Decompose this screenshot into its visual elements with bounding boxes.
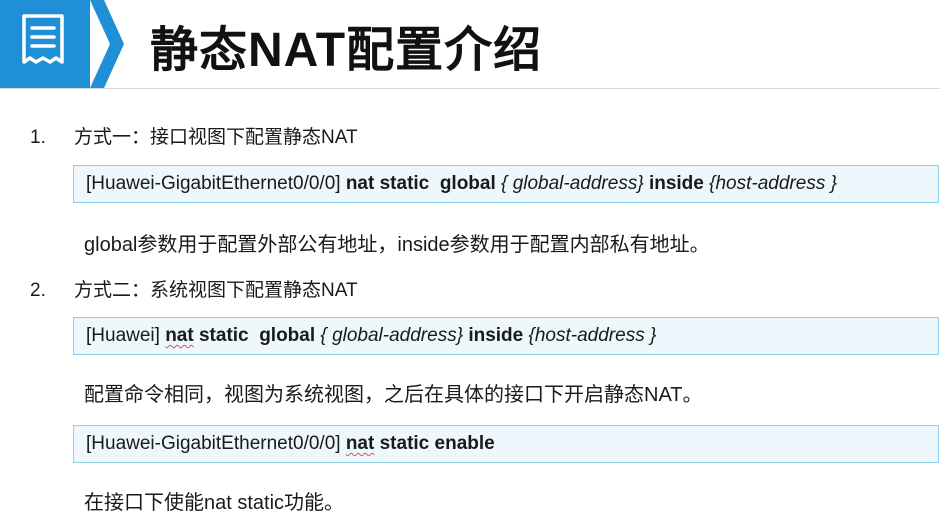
cmd-prompt: [Huawei-GigabitEthernet0/0/0]: [86, 173, 341, 194]
cmd-brace: {: [501, 173, 508, 194]
cmd-keyword-nat: nat: [345, 173, 375, 194]
cmd-keyword-nat: nat: [345, 433, 375, 454]
enable-description: 在接口下使能nat static功能。: [84, 492, 345, 514]
cmd-keyword-static: static: [379, 173, 430, 194]
page-title: 静态NAT配置介绍: [150, 24, 543, 77]
cmd-keyword-nat: nat: [165, 325, 194, 346]
command-box-system: [Huawei] nat static global { global-addr…: [73, 317, 939, 355]
list-number: 1.: [30, 127, 46, 148]
cmd-param-global-address: global-address}: [512, 173, 644, 194]
header-badge: [0, 0, 90, 88]
cmd-brace: {: [320, 325, 327, 346]
method-heading: 方式二：系统视图下配置静态NAT: [74, 280, 358, 301]
slide-header: 静态NAT配置介绍: [0, 0, 940, 88]
chevron-right-icon: [90, 0, 124, 88]
cmd-keyword-global: global: [439, 173, 496, 194]
cmd-keyword-static: static: [198, 325, 249, 346]
header-divider: [0, 88, 940, 89]
document-icon: [22, 14, 64, 64]
cmd-keyword-static-enable: static enable: [379, 433, 495, 454]
list-item-method-1: 1. 方式一：接口视图下配置静态NAT: [30, 122, 358, 149]
list-item-method-2: 2. 方式二：系统视图下配置静态NAT: [30, 275, 358, 302]
cmd-param-host-address: {host-address }: [709, 173, 837, 194]
cmd-keyword-inside: inside: [648, 173, 704, 194]
cmd-param-host-address: {host-address }: [528, 325, 657, 346]
cmd-keyword-inside: inside: [468, 325, 524, 346]
list-number: 2.: [30, 280, 46, 301]
cmd-keyword-global: global: [259, 325, 316, 346]
cmd-param-global-address: global-address}: [332, 325, 464, 346]
cmd-prompt: [Huawei-GigabitEthernet0/0/0]: [86, 433, 341, 454]
command-box-enable: [Huawei-GigabitEthernet0/0/0] nat static…: [73, 425, 939, 463]
method-1-description: global参数用于配置外部公有地址，inside参数用于配置内部私有地址。: [84, 234, 710, 256]
command-box-interface: [Huawei-GigabitEthernet0/0/0] nat static…: [73, 165, 939, 203]
method-2-description: 配置命令相同，视图为系统视图，之后在具体的接口下开启静态NAT。: [84, 384, 703, 406]
method-heading: 方式一：接口视图下配置静态NAT: [74, 127, 358, 148]
cmd-prompt: [Huawei]: [86, 325, 160, 346]
